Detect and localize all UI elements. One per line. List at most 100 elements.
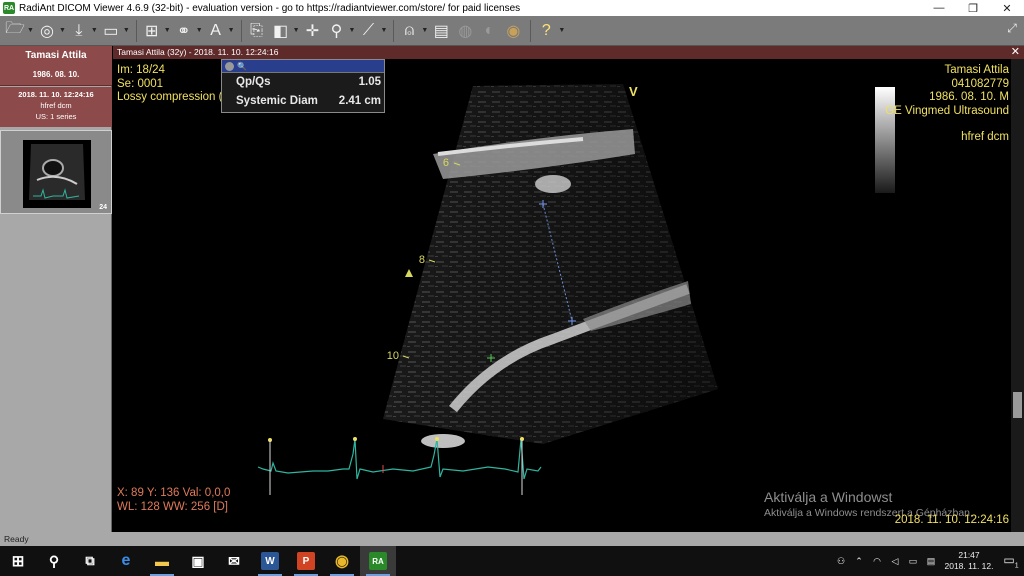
scrollbar-thumb[interactable]: [1013, 392, 1022, 418]
measure-button[interactable]: ⟋ ▼: [357, 18, 388, 44]
chevron-down-icon[interactable]: ▼: [558, 27, 565, 34]
taskbar-word[interactable]: W: [252, 546, 288, 576]
clock-time: 21:47: [958, 550, 980, 560]
measurement-panel[interactable]: 🔍 Qp/Qs 1.05 Systemic Diam 2.41 cm: [221, 59, 385, 113]
zoom-button[interactable]: ⚲ ▼: [326, 18, 356, 44]
fullscreen-icon: ⤢: [1007, 20, 1017, 35]
study-card[interactable]: 2018. 11. 10. 12:24:16 hfref dcm US: 1 s…: [0, 87, 112, 127]
battery-icon[interactable]: ▭: [904, 556, 922, 567]
measurement-value: 2.41 cm: [338, 95, 381, 107]
clock-date: 2018. 11. 12.: [944, 561, 994, 571]
chevron-down-icon[interactable]: ▼: [196, 27, 203, 34]
chevron-down-icon[interactable]: ▼: [91, 27, 98, 34]
mpr-icon: ⍝: [404, 21, 415, 39]
chevron-down-icon[interactable]: ▼: [421, 27, 428, 34]
fullscreen-button[interactable]: ⤢: [1003, 19, 1021, 37]
copy-button[interactable]: ⎘: [246, 18, 268, 44]
open-button[interactable]: 🗁 ▼: [4, 18, 34, 44]
acquisition-datetime: 2018. 11. 10. 12:24:16: [894, 514, 1009, 526]
institution-overlay: GE Vingmed Ultrasound: [885, 104, 1009, 117]
depth-label-6: 6: [443, 157, 449, 169]
keyboard-icon[interactable]: ▤: [922, 556, 940, 567]
study-description-overlay: hfref dcm: [961, 131, 1009, 143]
chevron-down-icon[interactable]: ▼: [59, 27, 66, 34]
measurement-label: Qp/Qs: [236, 76, 271, 88]
close-button[interactable]: ✕: [990, 0, 1024, 16]
volume-render-button[interactable]: ◐: [478, 18, 500, 44]
study-series-info: US: 1 series: [35, 112, 77, 121]
series-thumbnail[interactable]: 24: [0, 130, 112, 214]
measurement-value: 1.05: [358, 76, 381, 88]
import-button[interactable]: ⤓ ▼: [68, 18, 98, 44]
toolbar-divider: [530, 19, 532, 42]
layout-grid-icon: ⊞: [145, 22, 159, 40]
activation-watermark-title: Aktiválja a Windowst: [764, 489, 893, 505]
fusion-button[interactable]: ◍: [454, 18, 476, 44]
show-hidden-icons-icon[interactable]: ⌃: [850, 556, 868, 567]
taskbar-file-explorer[interactable]: ▬: [144, 546, 180, 576]
powerpoint-icon: P: [297, 552, 315, 570]
main-toolbar: 🗁 ▼ ◎ ▼ ⤓ ▼ ▭ ▼ ⊞ ▼ ⚭ ▼ A ▼ ⎘ ◧ ▼ ✛ ⚲ ▼ ⟋ ▼ ⍝ ▼ ▤ ◍…: [0, 16, 1024, 46]
people-icon[interactable]: ⚇: [832, 556, 850, 567]
image-scrollbar[interactable]: [1011, 59, 1024, 532]
taskbar-powerpoint[interactable]: P: [288, 546, 324, 576]
save-icon: ▭: [103, 22, 119, 40]
taskbar-chrome[interactable]: ◉: [324, 546, 360, 576]
radiant-app-icon: RA: [3, 2, 15, 14]
annotation-button[interactable]: A ▼: [205, 18, 235, 44]
pan-button[interactable]: ✛: [302, 18, 324, 44]
patient-dob-overlay: 1986. 08. 10. M: [929, 91, 1009, 103]
overlay-top-right: Tamasi Attila 041082779 1986. 08. 10. M …: [885, 64, 1009, 145]
cursor-readout: X: 89 Y: 136 Val: 0,0,0: [117, 487, 231, 499]
study-datetime: 2018. 11. 10. 12:24:16: [18, 90, 94, 99]
help-button[interactable]: ? ▼: [535, 18, 565, 44]
radiant-logo-button[interactable]: ◉: [502, 18, 524, 44]
panel-menu-icon[interactable]: [225, 61, 234, 71]
toolbar-divider: [240, 19, 242, 42]
minimize-button[interactable]: —: [922, 0, 956, 16]
3d-icon: ◐: [484, 21, 495, 39]
toolbar-divider: [393, 19, 395, 42]
chevron-down-icon[interactable]: ▼: [228, 27, 235, 34]
clock[interactable]: 21:47 2018. 11. 12.: [940, 550, 998, 572]
network-icon[interactable]: ◠: [868, 556, 886, 567]
task-view-button[interactable]: ⧉: [72, 546, 108, 576]
help-icon: ?: [541, 21, 551, 39]
taskbar-edge[interactable]: e: [108, 546, 144, 576]
notification-center-button[interactable]: ▭1: [998, 553, 1024, 569]
folder-open-icon: 🗁: [5, 20, 25, 37]
taskbar-radiant[interactable]: RA: [360, 546, 396, 576]
taskbar-store[interactable]: ▣: [180, 546, 216, 576]
sync-button[interactable]: ⚭ ▼: [173, 18, 203, 44]
patient-card[interactable]: Tamasi Attila 1986. 08. 10.: [0, 46, 112, 86]
chevron-down-icon[interactable]: ▼: [380, 27, 387, 34]
start-button[interactable]: ⊞: [0, 546, 36, 576]
volume-icon[interactable]: ◁: [886, 556, 904, 567]
overlay-bottom-left: X: 89 Y: 136 Val: 0,0,0 WL: 128 WW: 256 …: [117, 487, 230, 514]
notification-count: 1: [1014, 562, 1019, 570]
chevron-down-icon[interactable]: ▼: [349, 27, 356, 34]
window-level-button[interactable]: ◧ ▼: [270, 18, 300, 44]
image-viewport[interactable]: 6 8 10 V Im: 18/24 Se: 0001 Lossy compre…: [113, 59, 1011, 532]
restore-button[interactable]: ❐: [956, 0, 990, 16]
cine-button[interactable]: ▤: [430, 18, 452, 44]
viewport-header: Tamasi Attila (32y) - 2018. 11. 10. 12:2…: [113, 46, 1024, 59]
patient-id-overlay: 041082779: [951, 77, 1009, 90]
viewport-title: Tamasi Attila (32y) - 2018. 11. 10. 12:2…: [117, 47, 279, 57]
chevron-down-icon[interactable]: ▼: [293, 27, 300, 34]
chevron-down-icon[interactable]: ▼: [164, 27, 171, 34]
open-cd-button[interactable]: ◎ ▼: [36, 18, 66, 44]
depth-label-8: 8: [419, 254, 425, 266]
search-button[interactable]: ⚲: [36, 546, 72, 576]
store-icon: ▣: [191, 552, 205, 569]
system-tray: ⚇ ⌃ ◠ ◁ ▭ ▤ 21:47 2018. 11. 12. ▭1: [832, 546, 1024, 576]
mpr-button[interactable]: ⍝ ▼: [398, 18, 429, 44]
chevron-down-icon[interactable]: ▼: [27, 27, 34, 34]
viewport-close-button[interactable]: ✕: [1011, 46, 1020, 59]
save-button[interactable]: ▭ ▼: [100, 18, 130, 44]
chevron-down-icon[interactable]: ▼: [123, 27, 130, 34]
layout-button[interactable]: ⊞ ▼: [141, 18, 171, 44]
taskbar-mail[interactable]: ✉: [216, 546, 252, 576]
measurement-panel-header: 🔍: [222, 60, 384, 73]
window-level-icon: ◧: [273, 22, 289, 40]
